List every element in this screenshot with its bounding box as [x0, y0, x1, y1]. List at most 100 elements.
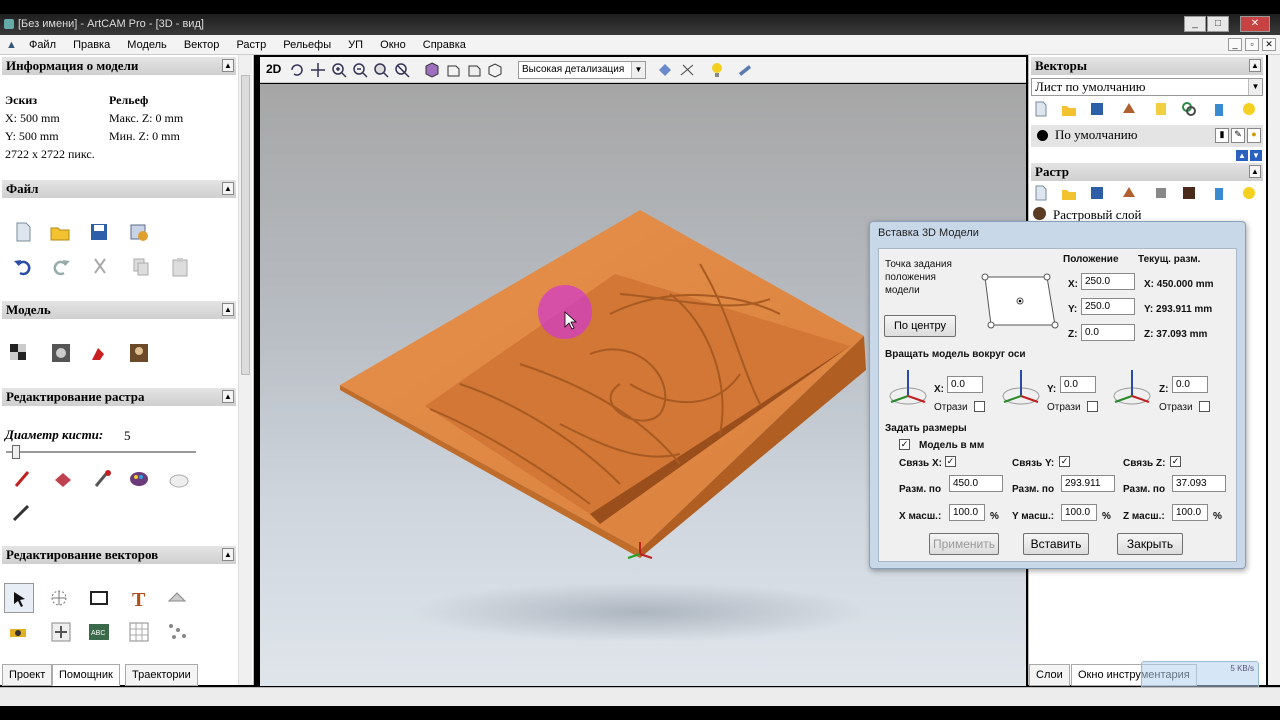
model-in-mm-checkbox[interactable]: ✓ [899, 439, 910, 450]
delete-raster-icon[interactable] [1211, 185, 1227, 201]
relief-tool-icon[interactable] [88, 342, 110, 364]
paste-icon[interactable] [169, 256, 191, 278]
delete-layer-icon[interactable] [1211, 101, 1227, 117]
tab-project[interactable]: Проект [2, 664, 53, 686]
menu-toolpaths[interactable]: УП [341, 35, 370, 55]
node-edit-icon[interactable] [50, 621, 72, 643]
mdi-close-button[interactable]: ✕ [1262, 38, 1276, 51]
lightbulb-icon[interactable] [708, 61, 726, 79]
new-layer-icon[interactable] [1033, 101, 1049, 117]
2d-view-button[interactable]: 2D [266, 62, 281, 76]
position-x-input[interactable]: 250.0 [1081, 273, 1135, 290]
text-tool-icon[interactable]: T [128, 587, 150, 609]
color-picker-icon[interactable] [92, 468, 114, 490]
file-section-header[interactable]: Файл ▲ [2, 180, 236, 198]
link-z-checkbox[interactable]: ✓ [1170, 456, 1181, 467]
layer-merge-icon[interactable] [1181, 101, 1197, 117]
menu-model[interactable]: Модель [120, 35, 173, 55]
menu-reliefs[interactable]: Рельефы [276, 35, 338, 55]
size-z-input[interactable]: 37.093 [1172, 475, 1226, 492]
vector-edit-header[interactable]: Редактирование векторов ▲ [2, 546, 236, 564]
vectors-header[interactable]: Векторы ▲ [1031, 57, 1263, 75]
detail-level-select[interactable]: Высокая детализация ▼ [518, 61, 646, 79]
collapse-icon[interactable]: ▲ [222, 548, 234, 561]
zoom-previous-icon[interactable] [393, 61, 411, 79]
collapse-icon[interactable]: ▲ [222, 182, 234, 195]
menu-help[interactable]: Справка [416, 35, 473, 55]
collapse-icon[interactable]: ▲ [222, 390, 234, 403]
mirror-y-checkbox[interactable] [1087, 401, 1098, 412]
apply-button[interactable]: Применить [929, 533, 999, 555]
open-raster-icon[interactable] [1061, 185, 1077, 201]
undo-icon[interactable] [12, 256, 34, 278]
link-y-checkbox[interactable]: ✓ [1059, 456, 1070, 467]
link-x-checkbox[interactable]: ✓ [945, 456, 956, 467]
position-z-input[interactable]: 0.0 [1081, 324, 1135, 341]
new-raster-layer-icon[interactable] [1033, 185, 1049, 201]
layer-export-icon[interactable] [1153, 101, 1169, 117]
scroll-thumb[interactable] [241, 75, 250, 375]
right-panel-scrollbar[interactable] [1268, 55, 1280, 685]
rotate-z-input[interactable]: 0.0 [1172, 376, 1208, 393]
menu-window[interactable]: Окно [373, 35, 413, 55]
size-y-input[interactable]: 293.911 [1061, 475, 1115, 492]
shading-icon[interactable] [656, 61, 674, 79]
mdi-restore-button[interactable]: ▫ [1245, 38, 1259, 51]
raster-copy-icon[interactable] [1153, 185, 1169, 201]
default-layer-row[interactable]: По умолчанию ▮ ✎ ● [1031, 125, 1263, 147]
layer-properties-icon[interactable] [1241, 101, 1257, 117]
open-layer-icon[interactable] [1061, 101, 1077, 117]
raster-image-icon[interactable] [1181, 185, 1197, 201]
side-view-icon[interactable] [465, 61, 483, 79]
scale-x-input[interactable]: 100.0 [949, 504, 985, 521]
move-up-icon[interactable]: ▲ [1236, 150, 1248, 161]
app-menu-icon[interactable]: ▲ [0, 35, 19, 55]
light-direction-icon[interactable] [678, 61, 696, 79]
brush-slider-thumb[interactable] [12, 445, 20, 459]
left-panel-scrollbar[interactable] [238, 55, 252, 685]
raster-properties-icon[interactable] [1241, 185, 1257, 201]
tab-layers[interactable]: Слои [1029, 664, 1070, 686]
raster-edit-header[interactable]: Редактирование растра ▲ [2, 388, 236, 406]
raster-header[interactable]: Растр ▲ [1031, 163, 1263, 181]
fill-icon[interactable] [52, 468, 74, 490]
front-view-icon[interactable] [444, 61, 462, 79]
save-layer-icon[interactable] [1089, 101, 1105, 117]
menu-file[interactable]: Файл [22, 35, 63, 55]
transform-icon[interactable] [48, 587, 70, 609]
paint-brush-icon[interactable] [12, 468, 34, 490]
collapse-icon[interactable]: ▲ [222, 59, 234, 72]
iso-view-icon[interactable] [423, 61, 441, 79]
select-tool-button[interactable] [4, 583, 34, 613]
mdi-minimize-button[interactable]: _ [1228, 38, 1242, 51]
pen-icon[interactable] [10, 502, 32, 524]
zoom-out-icon[interactable] [351, 61, 369, 79]
picture-icon[interactable] [128, 342, 150, 364]
checker-pattern-icon[interactable] [8, 342, 30, 364]
rotate-y-input[interactable]: 0.0 [1060, 376, 1096, 393]
raster-tool-icon[interactable] [1121, 185, 1137, 201]
top-view-icon[interactable] [486, 61, 504, 79]
array-copy-icon[interactable] [166, 621, 188, 643]
layer-tool-icon[interactable] [1121, 101, 1137, 117]
anchor-point-selector[interactable] [975, 269, 1061, 333]
mirror-x-checkbox[interactable] [974, 401, 985, 412]
edit-layer-icon[interactable]: ✎ [1231, 128, 1245, 143]
vector-text-icon[interactable]: ABC [88, 621, 110, 643]
new-model-icon[interactable] [12, 221, 34, 243]
collapse-icon[interactable]: ▲ [222, 303, 234, 316]
save-model-icon[interactable] [88, 221, 110, 243]
rotate-x-input[interactable]: 0.0 [947, 376, 983, 393]
material-icon[interactable] [736, 61, 754, 79]
maximize-button[interactable]: □ [1207, 16, 1229, 32]
model-section-header[interactable]: Модель ▲ [2, 301, 236, 319]
close-window-button[interactable]: ✕ [1240, 16, 1270, 32]
menu-vector[interactable]: Вектор [177, 35, 227, 55]
model-info-header[interactable]: Информация о модели ▲ [2, 57, 236, 75]
rectangle-icon[interactable] [88, 587, 110, 609]
menu-edit[interactable]: Правка [66, 35, 117, 55]
grayscale-image-icon[interactable] [50, 342, 72, 364]
palette-icon[interactable] [128, 468, 150, 490]
move-down-icon[interactable]: ▼ [1250, 150, 1262, 161]
tab-assistant[interactable]: Помощник [52, 664, 120, 686]
